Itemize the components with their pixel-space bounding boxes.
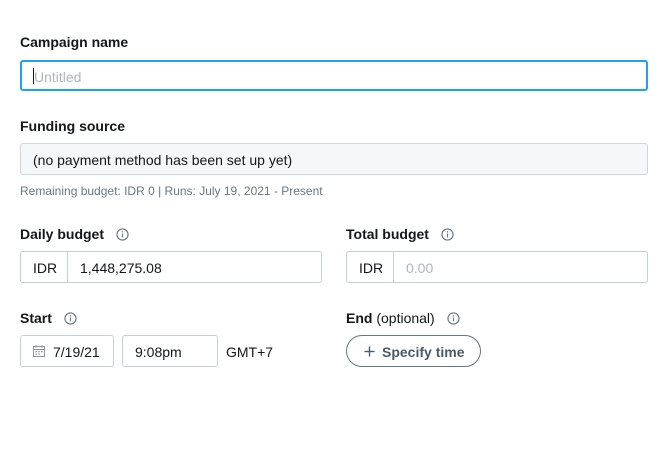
specify-time-button[interactable]: Specify time: [346, 335, 481, 367]
start-time-value: 9:08pm: [135, 344, 182, 360]
specify-time-label: Specify time: [382, 344, 465, 360]
start-date-input[interactable]: 7/19/21: [20, 335, 114, 367]
plus-icon: [364, 346, 375, 357]
calendar-icon: [33, 345, 45, 357]
funding-source-help: Remaining budget: IDR 0 | Runs: July 19,…: [20, 184, 323, 198]
funding-source-select[interactable]: (no payment method has been set up yet): [20, 143, 648, 175]
total-budget-input[interactable]: IDR 0.00: [346, 251, 648, 283]
campaign-name-input[interactable]: Untitled: [20, 60, 648, 91]
end-label: End (optional): [346, 309, 460, 327]
campaign-name-placeholder: Untitled: [34, 69, 82, 85]
funding-source-label: Funding source: [20, 118, 125, 134]
total-budget-currency: IDR: [359, 260, 384, 276]
timezone-label: GMT+7: [226, 344, 274, 360]
total-budget-label: Total budget: [346, 225, 454, 243]
daily-budget-label: Daily budget: [20, 225, 129, 243]
daily-budget-value: 1,448,275.08: [80, 260, 162, 276]
info-icon[interactable]: [116, 228, 129, 241]
info-icon[interactable]: [446, 312, 460, 325]
currency-divider: [67, 252, 68, 282]
start-label: Start: [20, 309, 77, 327]
total-budget-placeholder: 0.00: [406, 260, 434, 276]
daily-budget-input[interactable]: IDR 1,448,275.08: [20, 251, 322, 283]
info-icon[interactable]: [441, 228, 454, 241]
info-icon[interactable]: [64, 312, 77, 325]
optional-tag: (optional): [376, 310, 435, 326]
currency-divider: [393, 252, 394, 282]
campaign-name-label: Campaign name: [20, 34, 129, 50]
daily-budget-currency: IDR: [33, 260, 58, 276]
start-time-input[interactable]: 9:08pm: [122, 335, 218, 367]
start-date-value: 7/19/21: [53, 344, 100, 360]
funding-source-value: (no payment method has been set up yet): [33, 152, 293, 168]
